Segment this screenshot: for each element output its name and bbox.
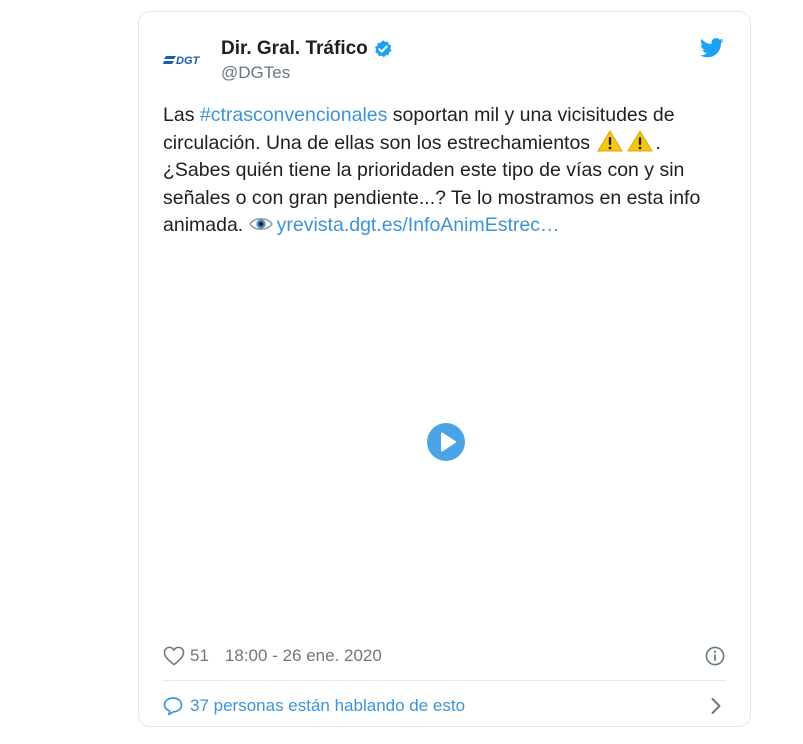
- display-name[interactable]: Dir. Gral. Tráfico: [221, 38, 368, 60]
- handle[interactable]: @DGTes: [221, 63, 393, 83]
- conversation-label: 37 personas están hablando de esto: [190, 696, 466, 715]
- conversation-link[interactable]: 37 personas están hablando de esto: [163, 692, 726, 720]
- info-icon[interactable]: [705, 646, 725, 666]
- chevron-right-icon[interactable]: [710, 697, 722, 715]
- avatar[interactable]: DGT: [163, 38, 207, 82]
- logo-text: DGT: [176, 55, 201, 67]
- like-button[interactable]: 51: [163, 646, 209, 666]
- tweet-text: Las #ctrasconvencionales soportan mil y …: [163, 102, 733, 240]
- divider: [163, 680, 726, 681]
- tweet-footer: 51 18:00 - 26 ene. 2020: [163, 642, 726, 670]
- speech-bubble-icon: [163, 697, 183, 716]
- twitter-bird-icon[interactable]: [700, 38, 724, 58]
- display-name-row: Dir. Gral. Tráfico: [221, 36, 393, 62]
- tweet-text-pre: Las: [163, 104, 200, 126]
- timestamp[interactable]: 18:00 - 26 ene. 2020: [225, 646, 382, 666]
- dgt-logo: DGT: [163, 55, 201, 67]
- external-link[interactable]: yrevista.dgt.es/InfoAnimEstrec…: [277, 214, 560, 236]
- verified-badge-icon: [374, 40, 392, 58]
- tweet-card: DGT Dir. Gral. Tráfico @DGTes Las #ctras…: [138, 11, 751, 727]
- warning-icon: [597, 129, 624, 152]
- hashtag-link[interactable]: #ctrasconvencionales: [200, 104, 388, 126]
- play-icon: [441, 432, 456, 452]
- tweet-header: DGT Dir. Gral. Tráfico @DGTes: [163, 36, 726, 88]
- author-names: Dir. Gral. Tráfico @DGTes: [221, 36, 393, 83]
- heart-icon: [163, 646, 185, 666]
- like-count: 51: [190, 646, 209, 665]
- eye-icon: [248, 218, 273, 231]
- play-button[interactable]: [427, 423, 465, 461]
- warning-icon: [627, 129, 654, 152]
